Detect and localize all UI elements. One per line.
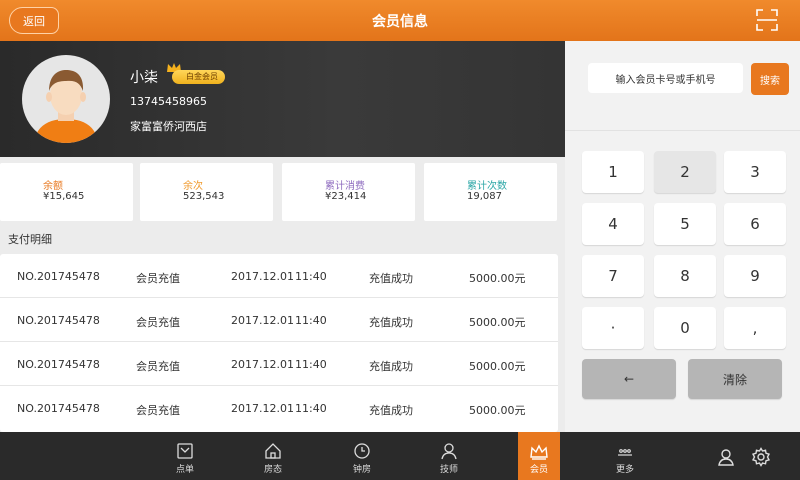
payment-status: 充值成功 — [369, 272, 413, 285]
stat-value: ¥23,414 — [325, 191, 367, 202]
stat-label: 余额 — [43, 181, 63, 192]
nav-label: 房态 — [263, 465, 282, 475]
nav-member[interactable]: 会员 — [518, 432, 560, 480]
payment-time: 11:40 — [295, 314, 327, 327]
payment-type: 会员充值 — [136, 316, 180, 329]
nav-room-status[interactable]: 房态 — [251, 432, 295, 480]
stat-card-total-spend: 累计消费 ¥23,414 — [282, 163, 415, 221]
payment-date: 2017.12.01 — [231, 358, 294, 371]
table-row[interactable]: NO.201745478 会员充值 2017.12.01 11:40 充值成功 … — [0, 386, 558, 430]
key-9[interactable]: 9 — [724, 255, 786, 297]
key-5[interactable]: 5 — [654, 203, 716, 245]
key-comma[interactable]: , — [724, 307, 786, 349]
user-icon[interactable] — [716, 447, 736, 467]
bottom-nav-bar: 点单 房态 钟房 技师 会员 更多 — [0, 432, 800, 480]
top-bar: 返回 会员信息 — [0, 0, 800, 41]
payment-date: 2017.12.01 — [231, 270, 294, 283]
payment-type: 会员充值 — [136, 404, 180, 417]
order-number: NO.201745478 — [17, 270, 100, 283]
table-row[interactable]: NO.201745478 会员充值 2017.12.01 11:40 充值成功 … — [0, 342, 558, 386]
order-number: NO.201745478 — [17, 402, 100, 415]
member-name: 小柒 — [130, 70, 158, 86]
stat-value: 523,543 — [183, 191, 225, 202]
payment-details-title: 支付明细 — [8, 233, 52, 246]
clear-button[interactable]: 清除 — [688, 359, 782, 399]
member-store: 家富富侨河西店 — [130, 120, 207, 133]
key-3[interactable]: 3 — [724, 151, 786, 193]
technician-icon — [441, 443, 457, 460]
nav-clock-room[interactable]: 钟房 — [340, 432, 384, 480]
scan-icon[interactable] — [756, 9, 778, 31]
nav-label: 钟房 — [352, 465, 371, 475]
payment-date: 2017.12.01 — [231, 402, 294, 415]
search-button[interactable]: 搜索 — [751, 63, 789, 95]
key-7[interactable]: 7 — [582, 255, 644, 297]
key-1[interactable]: 1 — [582, 151, 644, 193]
crown-icon — [530, 444, 548, 460]
more-icon — [618, 449, 632, 456]
payment-table: NO.201745478 会员充值 2017.12.01 11:40 充值成功 … — [0, 254, 558, 432]
page-title: 会员信息 — [372, 13, 428, 30]
nav-label: 技师 — [439, 465, 458, 475]
key-2[interactable]: 2 — [654, 151, 716, 193]
table-row[interactable]: NO.201745478 会员充值 2017.12.01 11:40 充值成功 … — [0, 298, 558, 342]
payment-type: 会员充值 — [136, 272, 180, 285]
stat-label: 余次 — [183, 181, 203, 192]
clock-icon — [354, 443, 370, 459]
nav-technician[interactable]: 技师 — [427, 432, 471, 480]
table-row[interactable]: NO.201745478 会员充值 2017.12.01 11:40 充值成功 … — [0, 254, 558, 298]
key-8[interactable]: 8 — [654, 255, 716, 297]
payment-status: 充值成功 — [369, 360, 413, 373]
key-0[interactable]: 0 — [654, 307, 716, 349]
payment-type: 会员充值 — [136, 360, 180, 373]
payment-amount: 5000.00元 — [469, 404, 526, 417]
order-icon — [177, 443, 193, 459]
nav-label: 点单 — [175, 465, 194, 475]
payment-amount: 5000.00元 — [469, 360, 526, 373]
payment-time: 11:40 — [295, 402, 327, 415]
member-level-badge: 白金会员 — [172, 70, 225, 84]
payment-time: 11:40 — [295, 270, 327, 283]
member-profile-panel: 小柒 白金会员 13745458965 家富富侨河西店 — [0, 41, 565, 157]
payment-status: 充值成功 — [369, 404, 413, 417]
key-4[interactable]: 4 — [582, 203, 644, 245]
divider — [565, 130, 800, 131]
payment-date: 2017.12.01 — [231, 314, 294, 327]
stat-label: 累计消费 — [325, 181, 365, 192]
backspace-button[interactable]: ← — [582, 359, 676, 399]
stat-card-total-visits: 累计次数 19,087 — [424, 163, 557, 221]
stat-card-balance: 余额 ¥15,645 — [0, 163, 133, 221]
nav-more[interactable]: 更多 — [603, 432, 647, 480]
key-dot[interactable]: · — [582, 307, 644, 349]
stat-value: 19,087 — [467, 191, 502, 202]
member-phone: 13745458965 — [130, 95, 207, 108]
gear-icon[interactable] — [751, 447, 771, 467]
order-number: NO.201745478 — [17, 358, 100, 371]
room-status-icon — [265, 443, 281, 459]
payment-status: 充值成功 — [369, 316, 413, 329]
avatar — [22, 55, 110, 143]
back-button[interactable]: 返回 — [9, 7, 59, 34]
payment-amount: 5000.00元 — [469, 316, 526, 329]
order-number: NO.201745478 — [17, 314, 100, 327]
payment-amount: 5000.00元 — [469, 272, 526, 285]
nav-label: 会员 — [529, 465, 548, 475]
stat-value: ¥15,645 — [43, 191, 85, 202]
payment-time: 11:40 — [295, 358, 327, 371]
nav-label: 更多 — [615, 465, 634, 475]
stat-card-remaining-times: 余次 523,543 — [140, 163, 273, 221]
nav-order[interactable]: 点单 — [163, 432, 207, 480]
key-6[interactable]: 6 — [724, 203, 786, 245]
search-input[interactable]: 输入会员卡号或手机号 — [588, 63, 743, 93]
stat-label: 累计次数 — [467, 181, 507, 192]
